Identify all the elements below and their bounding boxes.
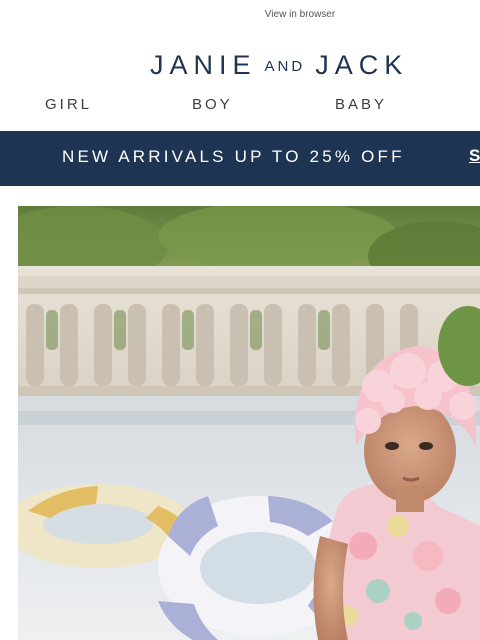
logo-word-janie: JANIE <box>150 50 257 80</box>
view-in-browser-link[interactable]: View in browser <box>0 9 480 20</box>
nav-item-boy[interactable]: BOY <box>192 96 233 113</box>
promo-banner-text: NEW ARRIVALS UP TO 25% OFF <box>62 147 405 166</box>
hero-photo-girl-pool-float <box>18 206 480 640</box>
promo-banner[interactable]: NEW ARRIVALS UP TO 25% OFF S <box>0 131 480 186</box>
promo-shop-link[interactable]: S <box>469 146 480 166</box>
nav-item-girl[interactable]: GIRL <box>45 96 92 113</box>
brand-logo[interactable]: JANIE AND JACK <box>150 50 408 81</box>
logo-word-jack: JACK <box>315 50 409 80</box>
main-nav: GIRL BOY BABY <box>0 96 480 116</box>
nav-item-baby[interactable]: BABY <box>335 96 387 113</box>
logo-word-and: AND <box>264 58 306 75</box>
hero-image[interactable] <box>18 206 480 640</box>
